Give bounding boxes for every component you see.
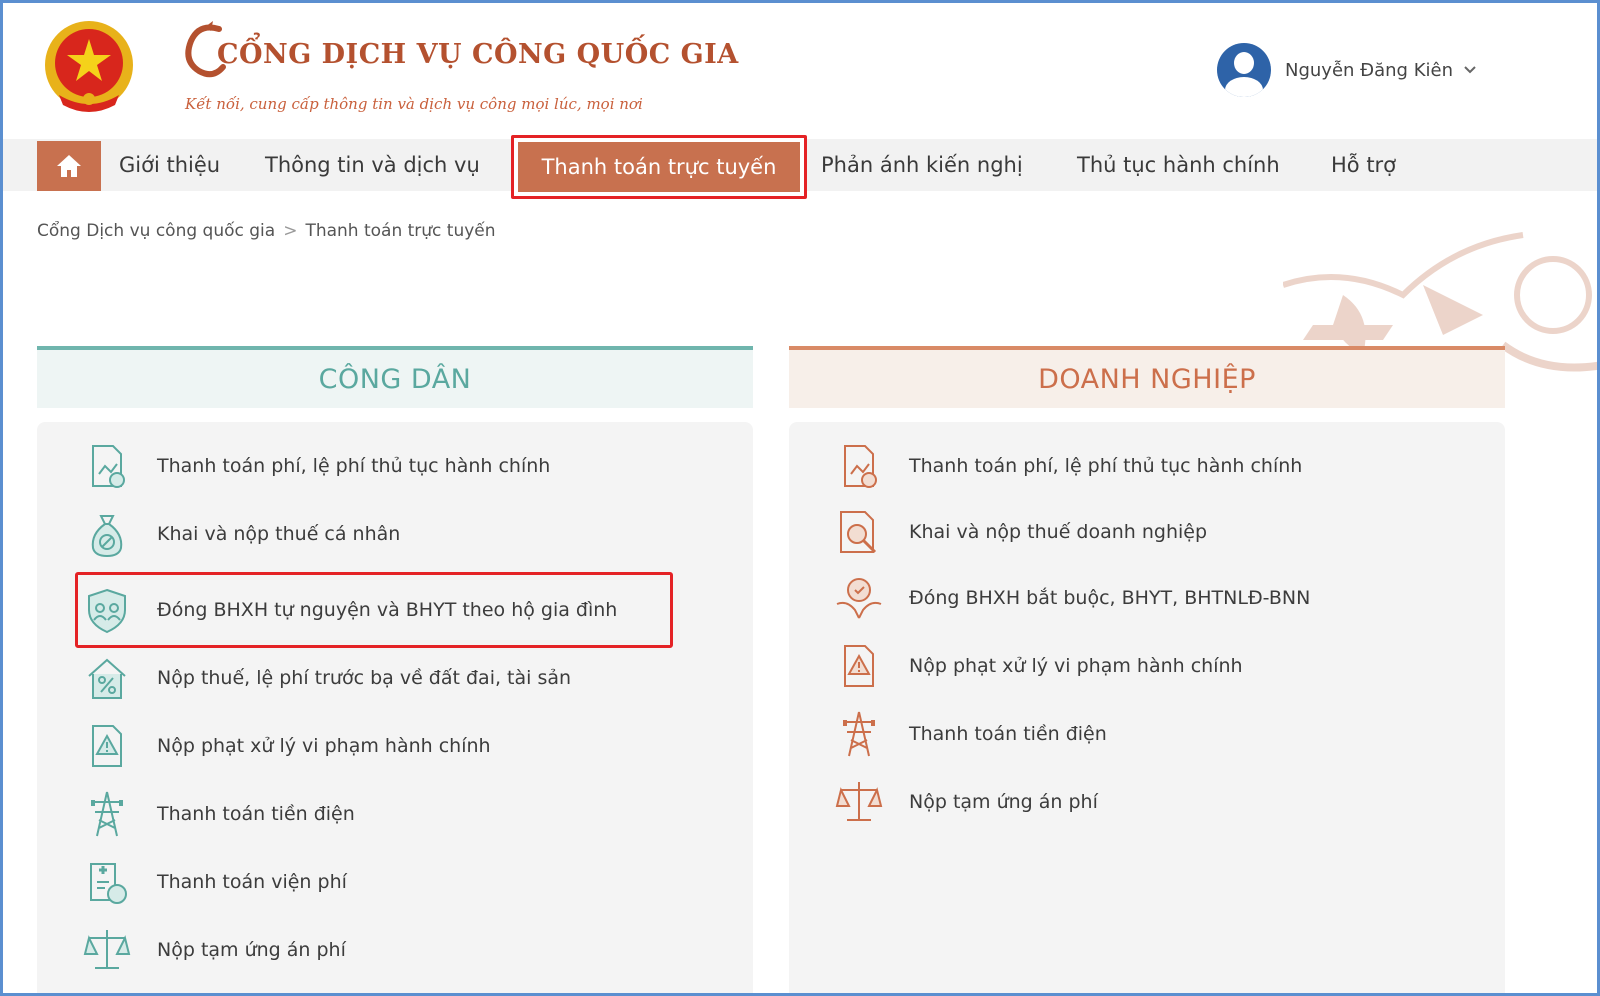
nav-item-thanh-toan-highlight: Thanh toán trực tuyến bbox=[511, 135, 807, 199]
scale-icon bbox=[83, 930, 131, 969]
citizen-service-item[interactable]: Thanh toán tiền điện bbox=[37, 784, 753, 844]
hospital-bill-icon bbox=[90, 863, 127, 904]
citizen-service-item[interactable]: Nộp thuế, lệ phí trước bạ về đất đai, tà… bbox=[37, 648, 753, 708]
portal-title-text: CỔNG DỊCH VỤ CÔNG QUỐC GIA bbox=[217, 39, 739, 70]
tax-search-icon bbox=[840, 511, 877, 554]
business-service-item[interactable]: Thanh toán tiền điện bbox=[789, 704, 1505, 764]
nav-home-button[interactable] bbox=[37, 141, 101, 191]
brand-swirl-icon bbox=[185, 21, 226, 78]
breadcrumb-home-link[interactable]: Cổng Dịch vụ công quốc gia bbox=[37, 221, 275, 241]
nav-item-ho-tro[interactable]: Hỗ trợ bbox=[1331, 139, 1396, 191]
business-service-item[interactable]: Nộp phạt xử lý vi phạm hành chính bbox=[789, 636, 1505, 696]
citizen-service-item[interactable]: Thanh toán viện phí bbox=[37, 852, 753, 912]
service-label: Thanh toán tiền điện bbox=[157, 803, 355, 825]
business-service-item[interactable]: Thanh toán phí, lệ phí thủ tục hành chín… bbox=[789, 436, 1505, 496]
citizen-service-list: Thanh toán phí, lệ phí thủ tục hành chín… bbox=[37, 422, 753, 993]
hands-shield-icon bbox=[836, 578, 882, 619]
service-label: Thanh toán viện phí bbox=[157, 871, 347, 893]
house-percent-icon bbox=[88, 658, 126, 699]
business-service-item[interactable]: Đóng BHXH bắt buộc, BHYT, BHTNLĐ-BNN bbox=[789, 568, 1505, 628]
nav-item-gioi-thieu[interactable]: Giới thiệu bbox=[119, 139, 220, 191]
scale-icon bbox=[835, 782, 883, 821]
citizen-service-item[interactable]: Thanh toán phí, lệ phí thủ tục hành chín… bbox=[37, 436, 753, 496]
service-label: Khai và nộp thuế doanh nghiệp bbox=[909, 521, 1208, 543]
service-label: Thanh toán phí, lệ phí thủ tục hành chín… bbox=[157, 455, 551, 477]
business-column-title[interactable]: DOANH NGHIỆP bbox=[789, 346, 1505, 408]
service-label: Nộp tạm ứng án phí bbox=[909, 791, 1098, 813]
fee-document-icon bbox=[844, 445, 877, 488]
nav-item-thanh-toan-truc-tuyen[interactable]: Thanh toán trực tuyến bbox=[518, 142, 800, 192]
power-tower-icon bbox=[91, 791, 123, 837]
business-service-item[interactable]: Khai và nộp thuế doanh nghiệp bbox=[789, 502, 1505, 562]
user-menu[interactable]: Nguyễn Đăng Kiên bbox=[1217, 43, 1477, 97]
citizen-column: CÔNG DÂN Thanh toán phí, lệ phí thủ tục … bbox=[37, 346, 753, 993]
highlight-box bbox=[75, 572, 673, 648]
citizen-service-item[interactable]: Nộp tạm ứng án phí bbox=[37, 920, 753, 980]
service-label: Nộp tạm ứng án phí bbox=[157, 939, 346, 961]
service-label: Nộp phạt xử lý vi phạm hành chính bbox=[909, 655, 1243, 677]
nav-item-phan-anh-kien-nghi[interactable]: Phản ánh kiến nghị bbox=[821, 139, 1023, 191]
nav-item-thu-tuc-hanh-chinh[interactable]: Thủ tục hành chính bbox=[1077, 139, 1280, 191]
power-tower-icon bbox=[843, 711, 875, 757]
portal-title[interactable]: CỔNG DỊCH VỤ CÔNG QUỐC GIA bbox=[185, 21, 739, 78]
page-frame: CỔNG DỊCH VỤ CÔNG QUỐC GIA Kết nối, cung… bbox=[0, 0, 1600, 996]
service-label: Khai và nộp thuế cá nhân bbox=[157, 523, 401, 545]
breadcrumb-separator: > bbox=[283, 221, 298, 241]
service-label: Nộp thuế, lệ phí trước bạ về đất đai, tà… bbox=[157, 667, 572, 689]
warning-document-icon bbox=[92, 725, 122, 767]
citizen-column-title[interactable]: CÔNG DÂN bbox=[37, 346, 753, 408]
chevron-down-icon bbox=[1464, 66, 1476, 74]
breadcrumb-current: Thanh toán trực tuyến bbox=[305, 221, 496, 241]
service-label: Nộp phạt xử lý vi phạm hành chính bbox=[157, 735, 491, 757]
money-bag-icon bbox=[91, 515, 123, 558]
national-emblem-icon bbox=[45, 21, 133, 112]
service-label: Thanh toán phí, lệ phí thủ tục hành chín… bbox=[909, 455, 1303, 477]
user-name: Nguyễn Đăng Kiên bbox=[1285, 59, 1453, 81]
breadcrumb: Cổng Dịch vụ công quốc gia > Thanh toán tr… bbox=[37, 221, 496, 241]
service-label: Thanh toán tiền điện bbox=[909, 723, 1107, 745]
warning-document-icon bbox=[844, 645, 874, 687]
avatar-icon bbox=[1217, 43, 1271, 97]
service-label: Đóng BHXH bắt buộc, BHYT, BHTNLĐ-BNN bbox=[909, 587, 1311, 609]
nav-item-thong-tin-dich-vu[interactable]: Thông tin và dịch vụ bbox=[265, 139, 480, 191]
business-column: DOANH NGHIỆP Thanh toán phí, lệ phí thủ … bbox=[789, 346, 1505, 993]
fee-document-icon bbox=[92, 445, 125, 488]
home-icon bbox=[57, 155, 81, 177]
business-service-item[interactable]: Nộp tạm ứng án phí bbox=[789, 772, 1505, 832]
citizen-service-item[interactable]: Khai và nộp thuế cá nhân bbox=[37, 504, 753, 564]
portal-subtitle: Kết nối, cung cấp thông tin và dịch vụ c… bbox=[185, 95, 643, 113]
citizen-service-item[interactable]: Nộp phạt xử lý vi phạm hành chính bbox=[37, 716, 753, 776]
business-service-list: Thanh toán phí, lệ phí thủ tục hành chín… bbox=[789, 422, 1505, 993]
main-nav: Giới thiệu Thông tin và dịch vụ Thanh to… bbox=[3, 135, 1597, 199]
